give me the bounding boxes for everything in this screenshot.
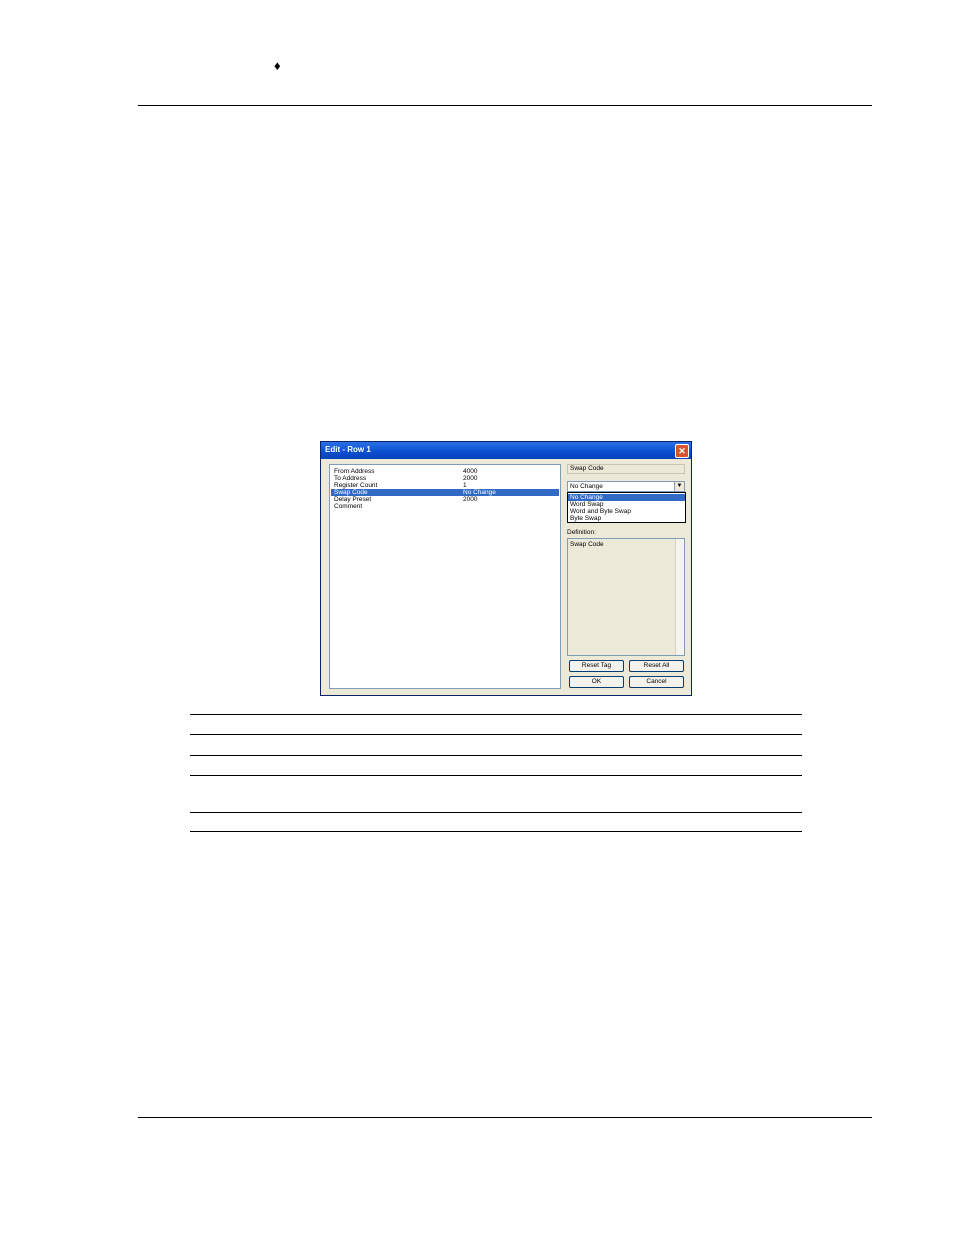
header-rule: [138, 105, 872, 106]
list-row[interactable]: From Address 4000: [331, 468, 559, 475]
dropdown-option[interactable]: Byte Swap: [568, 515, 685, 522]
list-row[interactable]: Register Count 1: [331, 482, 559, 489]
list-row[interactable]: Comment: [331, 503, 559, 510]
definition-scrollbar[interactable]: [675, 539, 684, 655]
row-name: Delay Preset: [334, 496, 372, 503]
row-name: Comment: [334, 503, 363, 510]
row-name: From Address: [334, 468, 375, 475]
close-icon[interactable]: ✕: [675, 444, 689, 458]
reset-tag-button[interactable]: Reset Tag: [569, 660, 624, 672]
dropdown-list[interactable]: No Change Word Swap Word and Byte Swap B…: [567, 492, 686, 523]
swap-code-select[interactable]: No Change ▼: [567, 481, 685, 492]
combo-value: No Change: [570, 483, 603, 490]
table-rule: [190, 775, 802, 776]
parameter-list[interactable]: From Address 4000 To Address 2000 Regist…: [329, 464, 561, 689]
list-row-selected[interactable]: Swap Code No Change: [331, 489, 559, 496]
reset-all-button[interactable]: Reset All: [629, 660, 684, 672]
edit-dialog: Edit - Row 1 ✕ From Address 4000 To Addr…: [320, 441, 692, 696]
table-rule: [190, 812, 802, 813]
row-value: 1: [463, 482, 467, 489]
table-rule: [190, 755, 802, 756]
row-value: 4000: [463, 468, 478, 475]
dropdown-option[interactable]: Word Swap: [568, 501, 685, 508]
dropdown-option[interactable]: No Change: [568, 494, 685, 501]
list-row[interactable]: To Address 2000: [331, 475, 559, 482]
list-row[interactable]: Delay Preset 2000: [331, 496, 559, 503]
row-name: Swap Code: [334, 489, 368, 496]
table-rule: [190, 831, 802, 832]
footer-rule: [138, 1117, 872, 1118]
dropdown-option[interactable]: Word and Byte Swap: [568, 508, 685, 515]
definition-text: Swap Code: [570, 541, 604, 548]
table-rule: [190, 714, 802, 715]
row-name: Register Count: [334, 482, 378, 489]
row-name: To Address: [334, 475, 367, 482]
table-rule: [190, 734, 802, 735]
cancel-button[interactable]: Cancel: [629, 676, 684, 688]
dialog-title-bar[interactable]: Edit - Row 1 ✕: [321, 442, 691, 459]
row-value: 2000: [463, 496, 478, 503]
row-value: 2000: [463, 475, 478, 482]
dialog-title: Edit - Row 1: [325, 445, 371, 454]
row-value: No Change: [463, 489, 496, 496]
bullet-diamond: ♦: [274, 58, 281, 73]
ok-button[interactable]: OK: [569, 676, 624, 688]
definition-box: Swap Code: [567, 538, 685, 656]
definition-label: Definition:: [567, 529, 596, 536]
field-label: Swap Code: [567, 464, 685, 474]
chevron-down-icon[interactable]: ▼: [674, 482, 684, 491]
